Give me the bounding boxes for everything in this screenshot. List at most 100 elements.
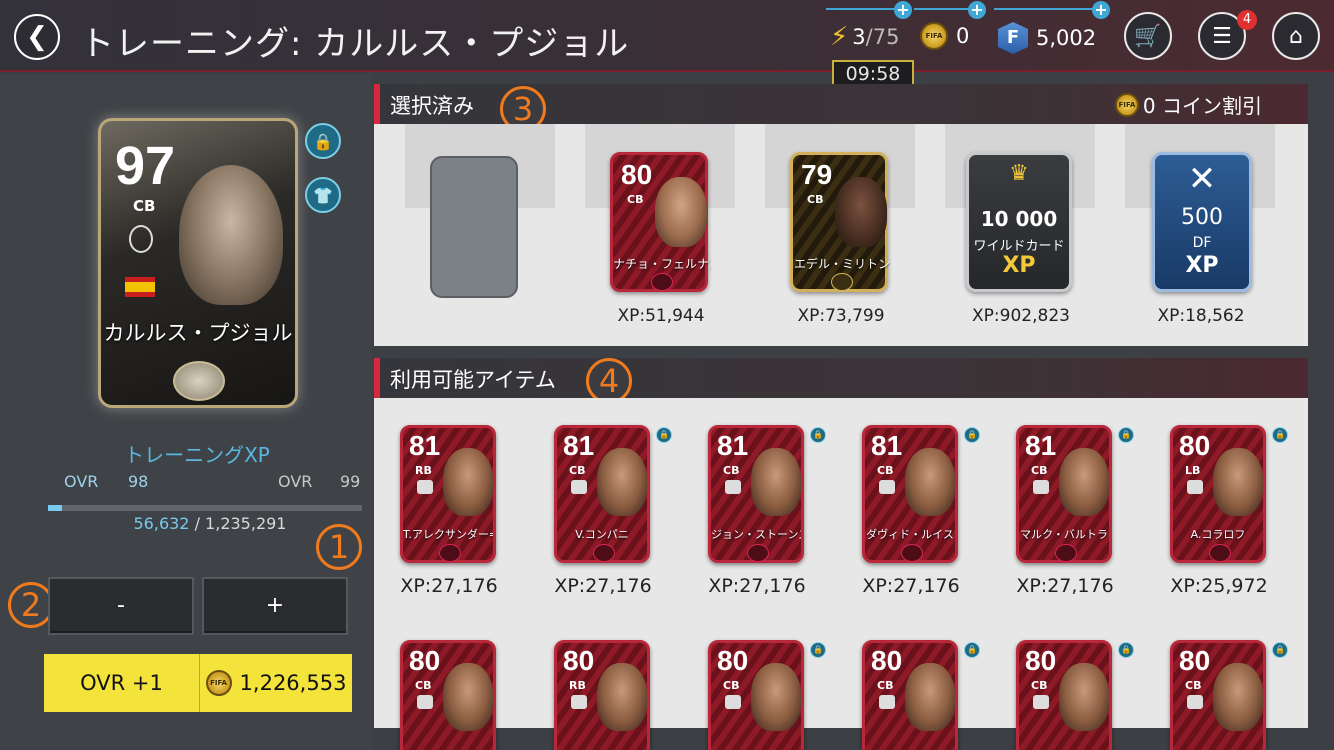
available-items-panel [374, 398, 1308, 728]
available-card[interactable]: 80 CB [862, 640, 958, 750]
available-xp: XP:27,176 [554, 575, 652, 597]
available-card[interactable]: 80 CB [1170, 640, 1266, 750]
home-button[interactable]: ⌂ [1272, 12, 1320, 60]
card-ovr: 81 [871, 430, 903, 461]
lock-icon: 🔒 [313, 131, 333, 151]
back-button[interactable]: ❮ [14, 14, 60, 60]
card-xp-label: XP [1185, 253, 1219, 278]
coin-discount: FIFA 0 コイン割引 [1114, 90, 1262, 119]
lock-icon: 🔒 [1118, 427, 1134, 443]
available-card[interactable]: 81 CB マルク・バルトラ [1016, 425, 1112, 563]
player-photo [835, 177, 887, 247]
coins-counter[interactable]: FIFA 0 [920, 22, 969, 50]
card-xp-label: XP [1002, 253, 1036, 278]
available-card[interactable]: 81 CB ジョン・ストーンズ [708, 425, 804, 563]
lightning-icon: ⚡ [830, 22, 849, 52]
ovr-from-value: 98 [128, 472, 149, 491]
player-photo [1213, 663, 1263, 731]
selected-card[interactable]: 80 CB ナチョ・フェルナンデス [610, 152, 711, 292]
player-photo [1213, 448, 1263, 516]
xp-progress-text: 56,632 / 1,235,291 [133, 514, 287, 533]
available-title: 利用可能アイテム [390, 368, 556, 392]
available-card[interactable]: 80 CB [708, 640, 804, 750]
annotation-1: 1 [316, 524, 362, 570]
card-ovr: 80 [1025, 645, 1057, 676]
available-card[interactable]: 80 RB [554, 640, 650, 750]
player-photo [751, 448, 801, 516]
available-card[interactable]: 81 CB V.コンパニ [554, 425, 650, 563]
decrease-button[interactable]: - [48, 577, 194, 635]
available-card[interactable]: 80 CB [1016, 640, 1112, 750]
card-ovr: 80 [621, 159, 653, 190]
club-badge-icon [879, 480, 895, 494]
selected-xp: XP:902,823 [972, 306, 1070, 326]
player-photo [655, 177, 707, 247]
selected-xp: XP:51,944 [617, 306, 705, 326]
card-badge-icon [831, 273, 853, 291]
empty-card-slot[interactable] [430, 156, 518, 298]
club-badge-icon [725, 695, 741, 709]
increase-button[interactable]: + [202, 577, 348, 635]
card-name: ナチョ・フェルナンデス [613, 257, 711, 271]
ovr-from-label: OVR [64, 472, 99, 491]
cart-button[interactable]: 🛒 [1124, 12, 1172, 60]
upgrade-cost: 1,226,553 [239, 671, 347, 695]
card-position: CB [1031, 679, 1048, 692]
player-photo [443, 663, 493, 731]
available-card[interactable]: 80 CB [400, 640, 496, 750]
add-energy-button[interactable]: + [894, 1, 912, 19]
top-bar: ❮ トレーニング: カルルス・プジョル + ⚡ 3/75 + FIFA 0 + … [0, 0, 1334, 72]
card-ovr: 81 [717, 430, 749, 461]
available-card[interactable]: 81 RB T.アレクサンダー=アーノルド [400, 425, 496, 563]
card-ovr: 80 [409, 645, 441, 676]
card-position: CB [877, 464, 894, 477]
lock-icon: 🔒 [1272, 642, 1288, 658]
available-xp: XP:27,176 [708, 575, 806, 597]
coin-icon: FIFA [205, 670, 232, 696]
card-label: ワイルドカード [973, 239, 1065, 254]
card-position: RB [569, 679, 586, 692]
card-name: ダヴィド・ルイス [866, 528, 954, 541]
points-bar-line [994, 8, 1102, 10]
club-badge-icon [1033, 480, 1049, 494]
card-ovr: 81 [409, 430, 441, 461]
available-xp: XP:27,176 [400, 575, 498, 597]
arrow-left-icon: ❮ [26, 22, 48, 52]
training-progress-fill [48, 505, 63, 511]
card-ovr: 79 [801, 159, 833, 190]
player-ovr: 97 [115, 136, 176, 196]
selected-card[interactable]: ✕ 500 DF XP [1152, 152, 1252, 292]
player-photo [597, 663, 647, 731]
selected-card[interactable]: 79 CB エデル・ミリトン [790, 152, 890, 292]
player-position: CB [133, 197, 156, 215]
kit-button[interactable]: 👕 [305, 177, 341, 213]
training-player-card[interactable]: 97 CB カルルス・プジョル [98, 118, 298, 408]
club-badge-icon [725, 480, 741, 494]
lock-icon: 🔒 [810, 642, 826, 658]
fifa-points-counter[interactable]: F 5,002 [998, 22, 1096, 54]
card-name: A.コラロフ [1190, 528, 1246, 541]
available-card[interactable]: 81 CB ダヴィド・ルイス [862, 425, 958, 563]
card-position: CB [1031, 464, 1048, 477]
card-name: エデル・ミリトン [793, 257, 890, 271]
training-xp-label: トレーニングXP [124, 443, 270, 467]
energy-bar-line [826, 8, 904, 10]
home-icon: ⌂ [1289, 23, 1303, 49]
lock-button[interactable]: 🔒 [305, 123, 341, 159]
card-name: T.アレクサンダー=アーノルド [403, 528, 493, 541]
lock-icon: 🔒 [656, 427, 672, 443]
cart-icon: 🛒 [1134, 23, 1162, 49]
energy-counter[interactable]: ⚡ 3/75 [830, 22, 899, 52]
add-coins-button[interactable]: + [968, 1, 986, 19]
joker-icon: ♛ [1009, 161, 1029, 186]
add-points-button[interactable]: + [1092, 1, 1110, 19]
ovr-to-label: OVR [278, 472, 313, 491]
available-xp: XP:25,972 [1170, 575, 1268, 597]
ovr-upgrade-button[interactable]: OVR +1 FIFA 1,226,553 [44, 654, 352, 712]
card-ovr: 81 [563, 430, 595, 461]
club-badge-icon [571, 695, 587, 709]
selected-card[interactable]: ♛ 10 000 ワイルドカード XP [966, 152, 1072, 292]
shirt-icon: 👕 [313, 185, 333, 205]
available-card[interactable]: 80 LB A.コラロフ [1170, 425, 1266, 563]
card-badge-icon [651, 273, 673, 291]
